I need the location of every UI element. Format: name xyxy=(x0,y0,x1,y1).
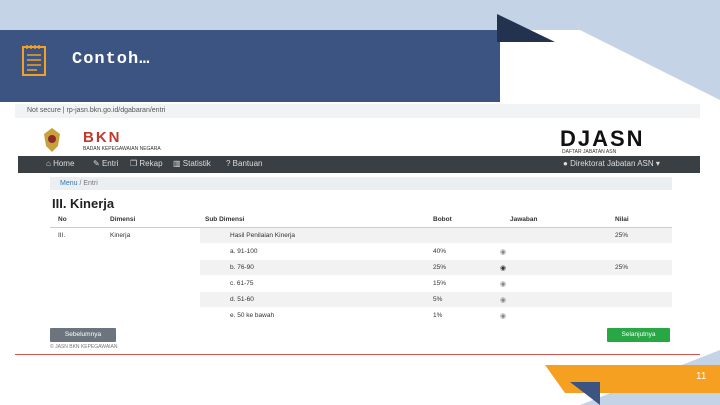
breadcrumb-menu[interactable]: Menu xyxy=(60,180,78,187)
column-header: No xyxy=(58,216,67,223)
row-sub-dimensi: c. 61-75 xyxy=(230,280,254,287)
column-header: Sub Dimensi xyxy=(205,216,245,223)
bkn-logo-text: BKN xyxy=(83,129,122,146)
row-bobot: 1% xyxy=(433,312,443,319)
pencil-icon: ✎ xyxy=(93,159,102,168)
table-row: e. 50 ke bawah 1% ◉ xyxy=(50,308,672,323)
address-bar[interactable]: Not secure | rp-jasn.bkn.go.id/dgabaran/… xyxy=(15,104,700,118)
breadcrumb-separator: / xyxy=(79,180,82,187)
table-row: b. 76-90 25% ◉ 25% xyxy=(200,260,672,275)
nav-entri[interactable]: ✎ Entri xyxy=(93,159,118,168)
row-sub-dimensi: e. 50 ke bawah xyxy=(230,312,275,319)
radio-option[interactable]: ◉ xyxy=(500,248,506,256)
home-icon: ⌂ xyxy=(46,159,54,168)
footer-text: © JASN BKN KEPEGAWAIAN xyxy=(50,344,118,350)
nav-user-menu[interactable]: ● Direktorat Jabatan ASN ▾ xyxy=(563,159,660,168)
slide-title: Contoh… xyxy=(72,50,151,69)
nav-statistik[interactable]: ▥ Statistik xyxy=(173,159,211,168)
table-row: c. 61-75 15% ◉ xyxy=(50,276,672,291)
row-dimensi: Kinerja xyxy=(110,232,131,239)
row-sub-dimensi: a. 91-100 xyxy=(230,248,258,255)
nav-home[interactable]: ⌂ Home xyxy=(46,159,74,168)
table-header-row: No Dimensi Sub Dimensi Bobot Jawaban Nil… xyxy=(50,212,672,228)
radio-option[interactable]: ◉ xyxy=(500,312,506,320)
caret-down-icon: ▾ xyxy=(653,159,660,168)
navbar: ⌂ Home ✎ Entri ❐ Rekap ▥ Statistik ? Ban… xyxy=(18,156,700,173)
table-row: III. Kinerja Hasil Penilaian Kinerja 25% xyxy=(50,228,672,243)
breadcrumb-current: Entri xyxy=(83,180,98,187)
row-bobot: 25% xyxy=(433,264,447,271)
user-icon: ● xyxy=(563,159,571,168)
page-number-band-cut xyxy=(545,365,565,393)
nav-bantuan[interactable]: ? Bantuan xyxy=(226,159,262,168)
row-number: III. xyxy=(58,232,66,239)
row-bobot: 40% xyxy=(433,248,447,255)
breadcrumb: Menu / Entri xyxy=(50,177,672,190)
row-bobot: 15% xyxy=(433,280,447,287)
radio-option[interactable]: ◉ xyxy=(500,280,506,288)
title-bar-tip xyxy=(497,14,555,42)
row-bobot: 5% xyxy=(433,296,443,303)
table-row: d. 51-60 5% ◉ xyxy=(200,292,672,307)
column-header: Bobot xyxy=(433,216,452,223)
row-sub-dimensi: b. 76-90 xyxy=(230,264,254,271)
radio-option-selected[interactable]: ◉ xyxy=(500,264,506,272)
table-row: a. 91-100 40% ◉ xyxy=(50,244,672,259)
page-number: 11 xyxy=(696,371,707,382)
row-sub-dimensi: Hasil Penilaian Kinerja xyxy=(230,232,296,239)
bkn-subtitle: BADAN KEPEGAWAIAN NEGARA xyxy=(83,146,161,152)
copy-icon: ❐ xyxy=(130,159,140,168)
page-number-band-tip xyxy=(570,382,600,405)
row-nilai: 25% xyxy=(615,232,629,239)
row-sub-dimensi: d. 51-60 xyxy=(230,296,254,303)
chart-icon: ▥ xyxy=(173,159,183,168)
column-header: Nilai xyxy=(615,216,629,223)
embedded-screenshot: Not secure | rp-jasn.bkn.go.id/dgabaran/… xyxy=(15,104,700,355)
column-header: Dimensi xyxy=(110,216,136,223)
radio-option[interactable]: ◉ xyxy=(500,296,506,304)
garuda-emblem-icon xyxy=(44,128,60,152)
next-button[interactable]: Selanjutnya xyxy=(607,328,670,342)
nav-rekap[interactable]: ❐ Rekap xyxy=(130,159,163,168)
previous-button[interactable]: Sebelumnya xyxy=(50,328,116,342)
section-title: III. Kinerja xyxy=(52,196,115,211)
column-header: Jawaban xyxy=(510,216,538,223)
notepad-icon xyxy=(22,45,46,76)
djasn-subtitle: DAFTAR JABATAN ASN xyxy=(562,149,617,155)
row-nilai: 25% xyxy=(615,264,629,271)
address-text: Not secure | rp-jasn.bkn.go.id/dgabaran/… xyxy=(27,107,166,114)
site-header: BKN BADAN KEPEGAWAIAN NEGARA DJASN DAFTA… xyxy=(15,118,700,156)
help-icon: ? xyxy=(226,159,233,168)
